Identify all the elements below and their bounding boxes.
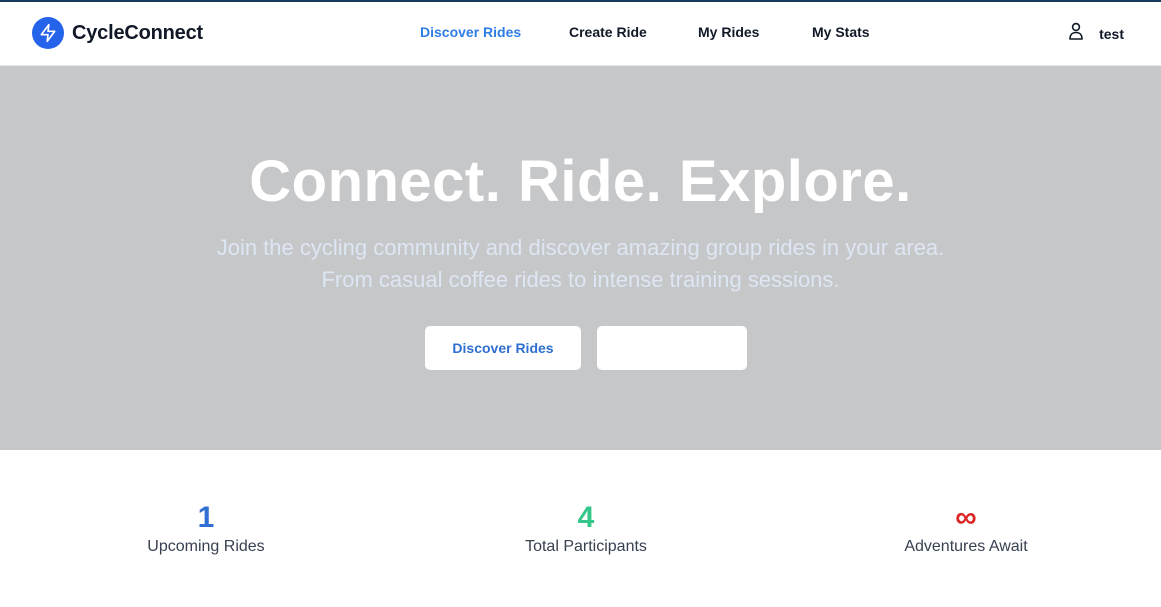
hero-subtitle: Join the cycling community and discover … bbox=[216, 235, 945, 292]
stat-value: 4 bbox=[577, 501, 595, 534]
stats-section: 1 Upcoming Rides 4 Total Participants ∞ … bbox=[0, 450, 1161, 607]
lightning-bolt-icon bbox=[32, 17, 64, 49]
stat-value: 1 bbox=[197, 501, 215, 534]
stat-label: Adventures Await bbox=[904, 538, 1028, 555]
stat-label: Total Participants bbox=[525, 538, 647, 555]
discover-rides-button[interactable]: Discover Rides bbox=[425, 326, 581, 370]
stat-value: ∞ bbox=[955, 501, 977, 534]
brand-name: CycleConnect bbox=[72, 21, 203, 44]
stat-label: Upcoming Rides bbox=[147, 538, 265, 555]
navbar: CycleConnect Discover Rides Create Ride … bbox=[0, 2, 1161, 66]
stat-adventures-await: ∞ Adventures Await bbox=[816, 500, 1116, 556]
stat-total-participants: 4 Total Participants bbox=[436, 500, 736, 556]
nav-my-rides[interactable]: My Rides bbox=[698, 24, 759, 40]
nav-my-stats[interactable]: My Stats bbox=[812, 24, 870, 40]
secondary-hero-button[interactable] bbox=[597, 326, 747, 370]
brand-link[interactable]: CycleConnect bbox=[32, 17, 203, 49]
user-icon bbox=[1068, 22, 1084, 45]
user-name: test bbox=[1099, 25, 1124, 42]
nav-create-ride[interactable]: Create Ride bbox=[569, 24, 647, 40]
hero-title: Connect. Ride. Explore. bbox=[249, 149, 912, 214]
nav-discover-rides[interactable]: Discover Rides bbox=[420, 24, 521, 40]
hero-section: Connect. Ride. Explore. Join the cycling… bbox=[0, 66, 1161, 450]
stat-upcoming-rides: 1 Upcoming Rides bbox=[56, 500, 356, 556]
user-menu[interactable]: test bbox=[1068, 22, 1124, 45]
